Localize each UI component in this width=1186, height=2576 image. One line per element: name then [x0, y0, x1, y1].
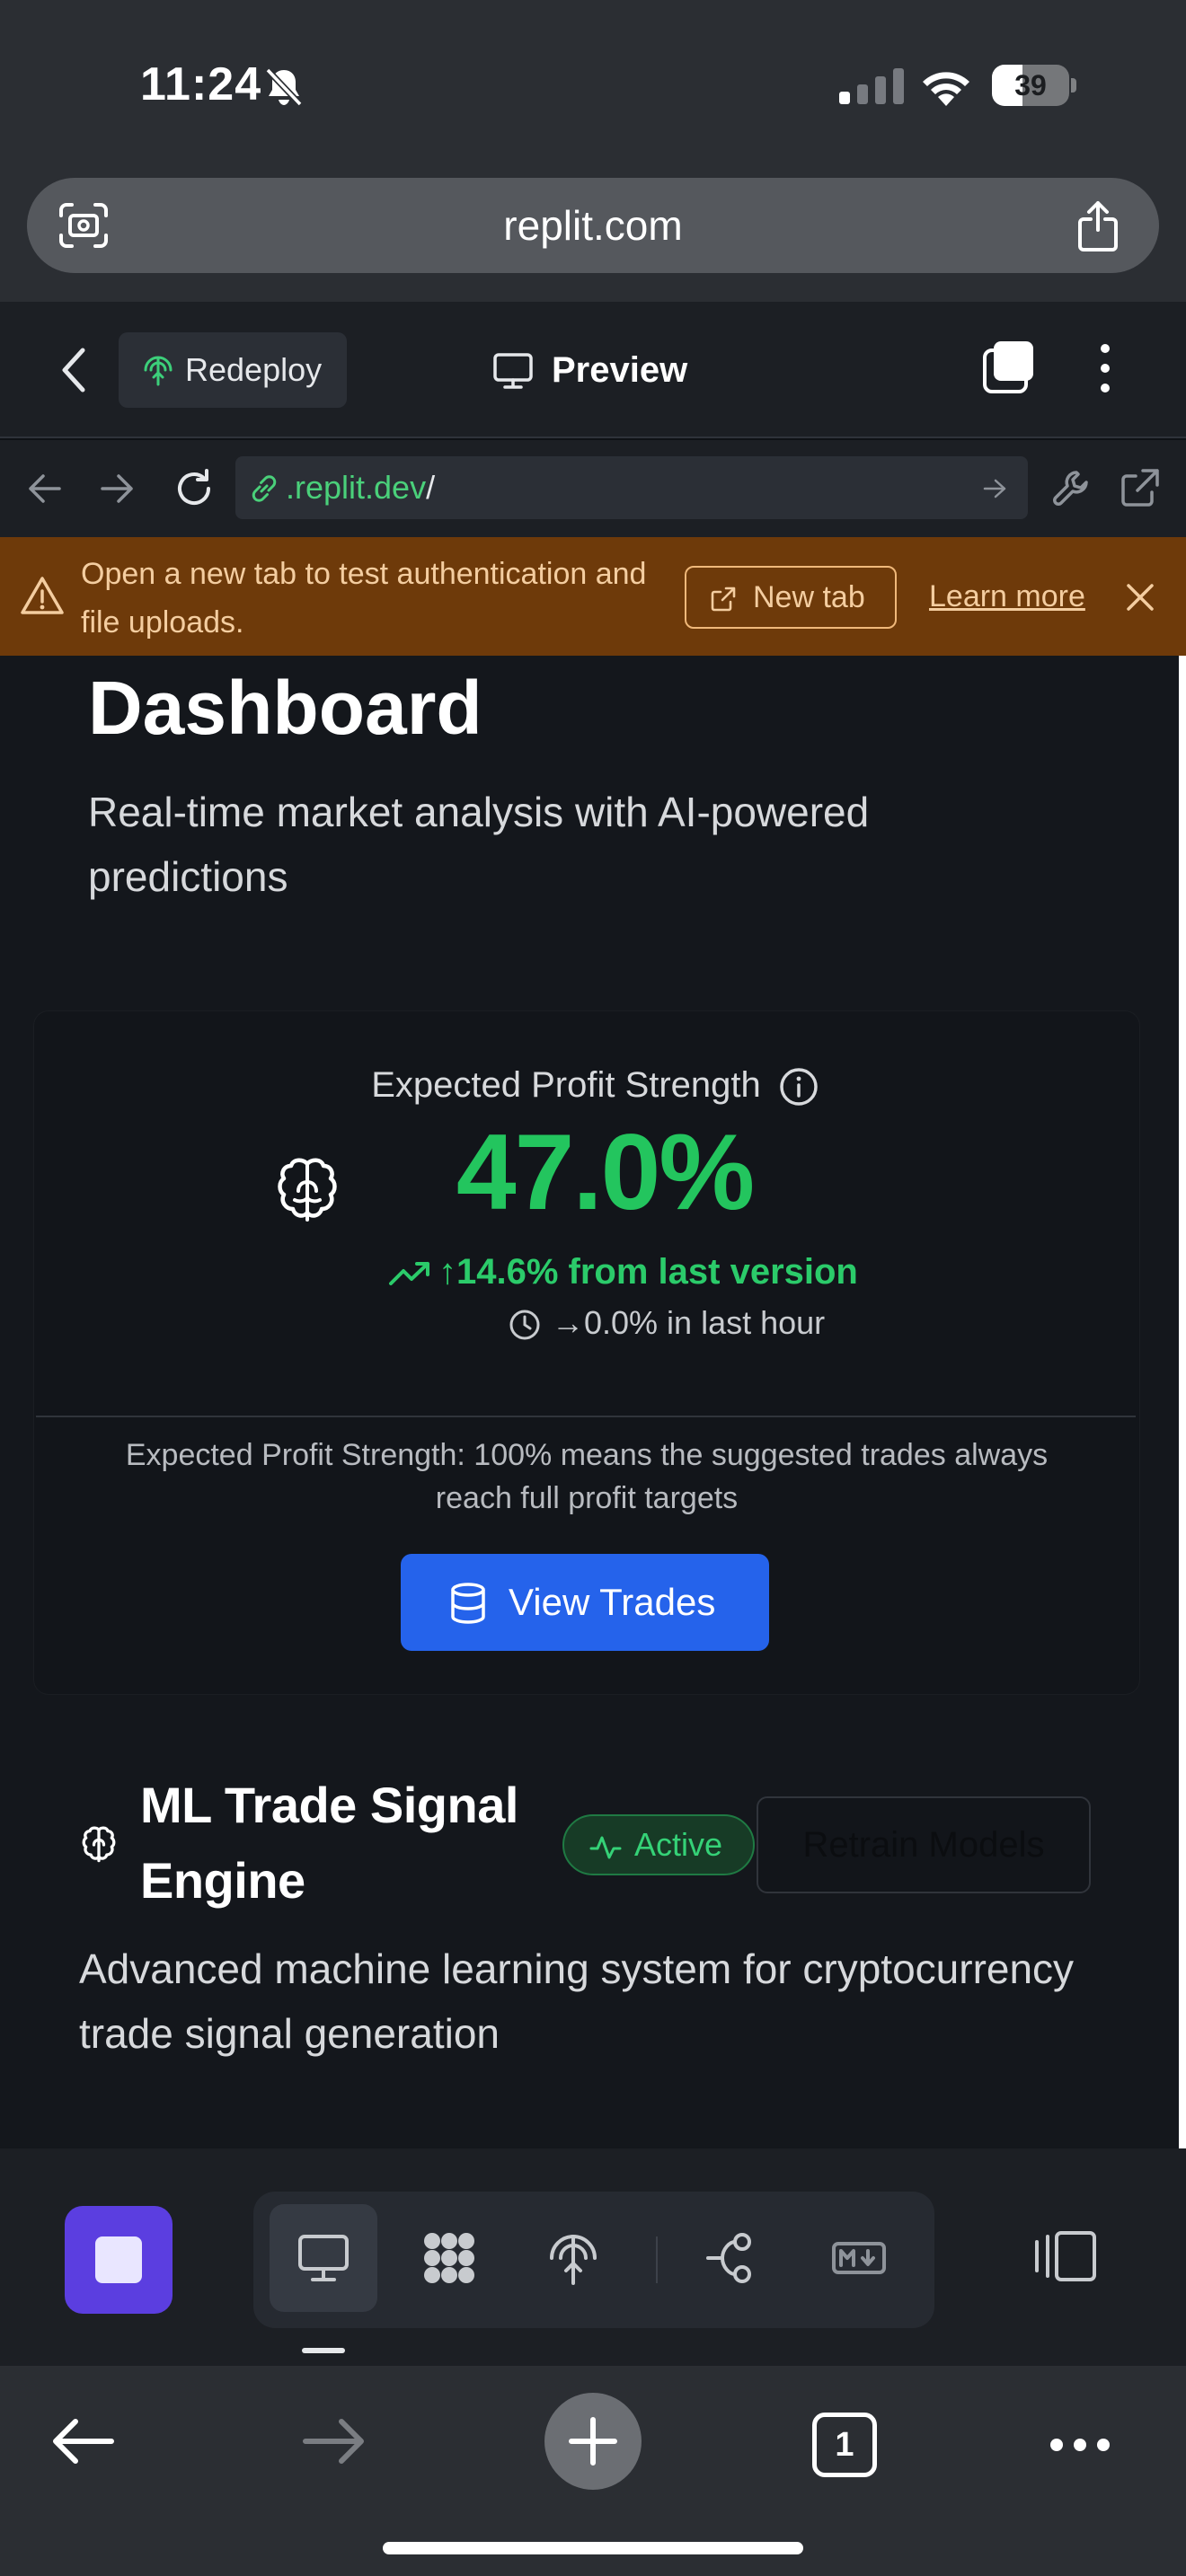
battery-level: 39 [1014, 69, 1047, 101]
metric-hourly: →0.0% in last hour [509, 1301, 825, 1345]
tool-apps[interactable] [395, 2204, 503, 2312]
tool-separator [656, 2236, 658, 2283]
browser-url-bar[interactable]: replit.com [27, 178, 1159, 273]
retrain-models-button[interactable]: Retrain Models [757, 1796, 1091, 1893]
monitor-icon [493, 353, 533, 389]
page-subtitle: Real-time market analysis with AI-powere… [88, 789, 870, 900]
tool-deployments[interactable] [519, 2204, 627, 2312]
home-indicator[interactable] [383, 2542, 803, 2554]
replit-tool-dock [0, 2148, 1186, 2366]
clock-icon [509, 1310, 540, 1340]
brain-icon [82, 1826, 116, 1863]
back-icon[interactable] [50, 2416, 115, 2466]
reload-icon[interactable] [173, 467, 216, 510]
devtools-wrench-icon[interactable] [1051, 467, 1093, 508]
trending-up-icon [389, 1262, 429, 1286]
share-icon[interactable] [1076, 199, 1120, 251]
metric-value: 47.0% [456, 1112, 755, 1232]
replit-header: Redeploy Preview [0, 302, 1186, 438]
metric-explanation: Expected Profit Strength: 100% means the… [125, 1438, 1049, 1515]
safari-bottom-bar: 1 [0, 2366, 1186, 2576]
profit-strength-card: Expected Profit Strength 47.0% ↑14.6% fr… [34, 1011, 1139, 1694]
open-external-icon[interactable] [1120, 467, 1161, 508]
forward-icon[interactable] [302, 2416, 367, 2466]
wifi-icon [923, 72, 969, 106]
status-badge: Active [562, 1814, 755, 1875]
activity-icon [589, 1836, 622, 1859]
bell-slash-icon [265, 67, 303, 107]
close-icon[interactable] [1125, 582, 1155, 613]
tabs-icon[interactable]: 1 [812, 2413, 877, 2477]
status-badge-label: Active [634, 1826, 723, 1863]
database-icon [451, 1583, 485, 1624]
nav-forward-icon[interactable] [99, 471, 137, 507]
redeploy-button[interactable]: Redeploy [119, 332, 347, 408]
more-options-icon[interactable] [1091, 340, 1120, 397]
active-tool-indicator [302, 2348, 345, 2353]
tool-preview[interactable] [270, 2204, 377, 2312]
redeploy-label: Redeploy [185, 351, 323, 388]
new-tab-label: New tab [753, 580, 865, 614]
deploy-icon [144, 356, 173, 386]
apps-grid-icon [424, 2233, 474, 2283]
git-icon [706, 2233, 751, 2283]
address-host: .replit.dev [286, 469, 427, 506]
new-tab-button[interactable] [544, 2393, 642, 2490]
battery-icon: 39 [992, 65, 1076, 106]
link-icon [252, 475, 277, 502]
more-icon[interactable] [1048, 2436, 1112, 2454]
back-chevron-icon[interactable] [58, 345, 90, 395]
metric-change-text: ↑14.6% from last version [438, 1252, 858, 1292]
monitor-icon [298, 2235, 349, 2281]
preview-label: Preview [552, 350, 688, 390]
page-title: Dashboard [88, 666, 482, 750]
preview-content: Dashboard Real-time market analysis with… [0, 656, 1179, 2148]
switch-tabs-icon[interactable] [979, 340, 1037, 397]
open-external-icon [711, 587, 736, 612]
tool-git[interactable] [679, 2204, 787, 2312]
info-icon[interactable] [779, 1067, 819, 1107]
metric-hourly-text: →0.0% in last hour [552, 1304, 826, 1341]
preview-nav-bar: .replit.dev/ [0, 440, 1186, 537]
engine-description: Advanced machine learning system for cry… [79, 1945, 1075, 2057]
warning-icon [21, 577, 64, 614]
auth-warning-banner: Open a new tab to test authentication an… [0, 537, 1186, 656]
tool-markdown[interactable] [805, 2204, 913, 2312]
view-trades-label: View Trades [509, 1581, 716, 1623]
markdown-icon [832, 2242, 886, 2274]
go-arrow-icon[interactable] [983, 478, 1008, 499]
card-divider [36, 1416, 1136, 1417]
status-time: 11:24 [140, 58, 262, 110]
engine-title: ML Trade Signal Engine [140, 1777, 518, 1909]
stop-button[interactable] [65, 2206, 173, 2314]
layout-toggle-icon[interactable] [1033, 2229, 1098, 2283]
new-tab-icon [569, 2417, 617, 2466]
cellular-signal-icon [839, 68, 904, 104]
browser-domain: replit.com [503, 202, 683, 249]
metric-label: Expected Profit Strength [34, 1065, 1139, 1107]
stop-icon [95, 2236, 142, 2283]
metric-label-text: Expected Profit Strength [371, 1065, 761, 1105]
tool-switcher [253, 2192, 934, 2328]
status-bar: 11:24 39 [0, 0, 1186, 176]
learn-more-link[interactable]: Learn more [929, 569, 1085, 623]
deploy-icon [550, 2235, 597, 2285]
content-scrollbar[interactable] [1179, 656, 1186, 2148]
banner-message: Open a new tab to test authentication an… [81, 557, 647, 640]
retrain-models-label: Retrain Models [802, 1825, 1045, 1865]
address-path: / [426, 469, 436, 506]
view-trades-button[interactable]: View Trades [401, 1554, 769, 1651]
nav-back-icon[interactable] [25, 471, 63, 507]
preview-address-text: .replit.dev/ [286, 456, 435, 519]
preview-address-field[interactable]: .replit.dev/ [235, 456, 1028, 519]
new-tab-button[interactable]: New tab [685, 566, 897, 629]
metric-change: ↑14.6% from last version [388, 1245, 858, 1299]
